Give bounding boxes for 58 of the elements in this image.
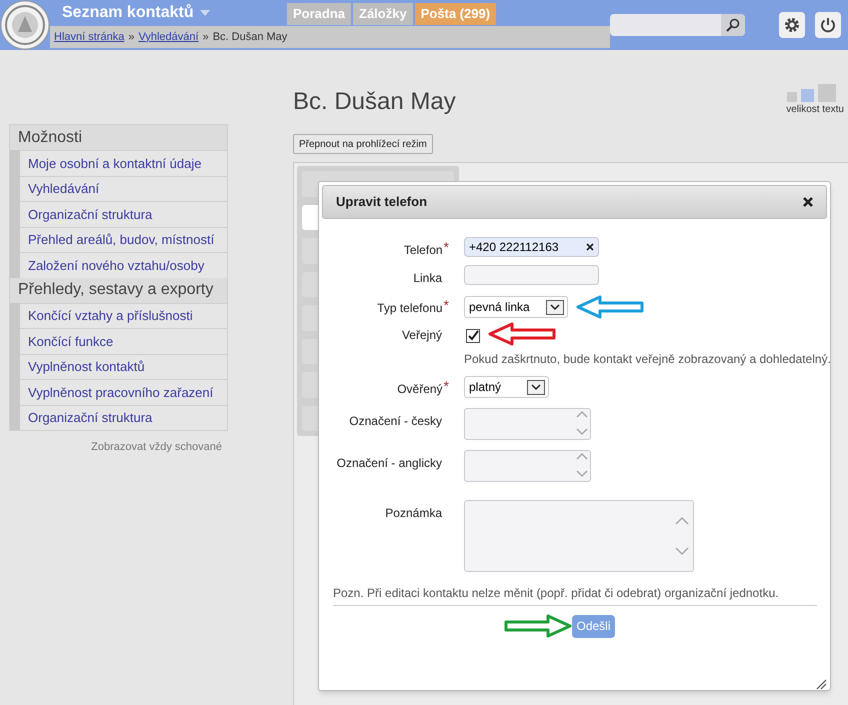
search-icon[interactable] bbox=[726, 18, 740, 32]
spinner-arrows-icon bbox=[576, 409, 588, 437]
caret-icon[interactable] bbox=[200, 10, 210, 16]
breadcrumb-text: » bbox=[128, 30, 134, 45]
required-mark: * bbox=[444, 299, 449, 315]
sidebar-item[interactable]: Založení nového vztahu/osoby bbox=[20, 252, 227, 278]
sidebar-heading: Možnosti bbox=[10, 125, 227, 150]
field-label: Označení - česky bbox=[349, 413, 442, 430]
clear-icon[interactable] bbox=[586, 243, 594, 251]
sidebar-item[interactable]: Končící vztahy a příslušnosti bbox=[20, 302, 227, 328]
field-label: Označení - anglicky bbox=[336, 455, 442, 472]
sidebar-item[interactable]: Vyplněnost kontaktů bbox=[20, 354, 227, 379]
sidebar-item[interactable]: Organizační struktura bbox=[20, 201, 227, 226]
settings-button[interactable] bbox=[779, 12, 805, 38]
sidebar-item[interactable]: Přehled areálů, budov, místností bbox=[20, 226, 227, 252]
field-label: Poznámka bbox=[385, 505, 442, 522]
text-field[interactable] bbox=[464, 265, 599, 285]
chevron-down-icon bbox=[527, 380, 545, 394]
required-mark: * bbox=[444, 380, 449, 396]
chevron-down-icon bbox=[546, 300, 564, 314]
resize-handle-icon[interactable] bbox=[815, 678, 827, 690]
spinner-arrows-icon bbox=[576, 451, 588, 479]
checkbox[interactable] bbox=[466, 328, 480, 342]
text-area[interactable] bbox=[464, 450, 591, 482]
breadcrumb-link[interactable]: Vyhledávání bbox=[138, 28, 199, 46]
text-area[interactable] bbox=[464, 500, 694, 572]
breadcrumb-text: » bbox=[202, 30, 209, 45]
page-title: Bc. Dušan May bbox=[293, 87, 456, 117]
field-label: Veřejný bbox=[402, 327, 442, 344]
breadcrumb-link[interactable]: Hlavní stránka bbox=[54, 28, 124, 46]
text-size-label: velikost textu bbox=[786, 103, 844, 117]
power-icon bbox=[819, 16, 837, 34]
dialog-title: Upravit telefon bbox=[336, 193, 428, 212]
dropdown[interactable]: pevná linka bbox=[464, 296, 568, 318]
sidebar-item[interactable]: Končící funkce bbox=[20, 328, 227, 354]
show-hidden-link[interactable]: Zobrazovat vždy schované bbox=[9, 439, 228, 456]
search-field[interactable] bbox=[610, 14, 745, 36]
view-mode-button[interactable]: Přepnout na prohlížecí režim bbox=[293, 134, 433, 154]
power-button[interactable] bbox=[815, 12, 841, 38]
field-label: Typ telefonu bbox=[377, 300, 443, 317]
field-label: Telefon bbox=[404, 242, 443, 259]
field-label: Linka bbox=[413, 270, 442, 287]
sidebar-item[interactable]: Vyhledávání bbox=[20, 176, 227, 201]
settings-icon bbox=[783, 16, 801, 34]
sidebar-item[interactable]: Vyplněnost pracovního zařazení bbox=[20, 379, 227, 404]
text-area[interactable] bbox=[464, 408, 591, 440]
dropdown[interactable]: platný bbox=[464, 376, 549, 398]
close-icon[interactable] bbox=[803, 197, 813, 207]
required-mark: * bbox=[444, 241, 449, 257]
sidebar-item[interactable]: Moje osobní a kontaktní údaje bbox=[20, 150, 227, 176]
sidebar-heading: Přehledy, sestavy a exporty bbox=[10, 278, 227, 302]
dialog-note: Pozn. Při editaci kontaktu nelze měnit (popř. přidat či odebrat) organizační jednotku. bbox=[333, 584, 817, 606]
spinner-arrows-icon bbox=[675, 516, 689, 556]
breadcrumb-text: Bc. Dušan May bbox=[212, 30, 288, 45]
sidebar-item[interactable]: Organizační struktura bbox=[20, 404, 227, 430]
text-field[interactable]: +420 222112163 bbox=[464, 237, 599, 257]
field-label: Ověřený bbox=[397, 381, 443, 398]
seal-logo-icon[interactable] bbox=[0, 0, 50, 50]
